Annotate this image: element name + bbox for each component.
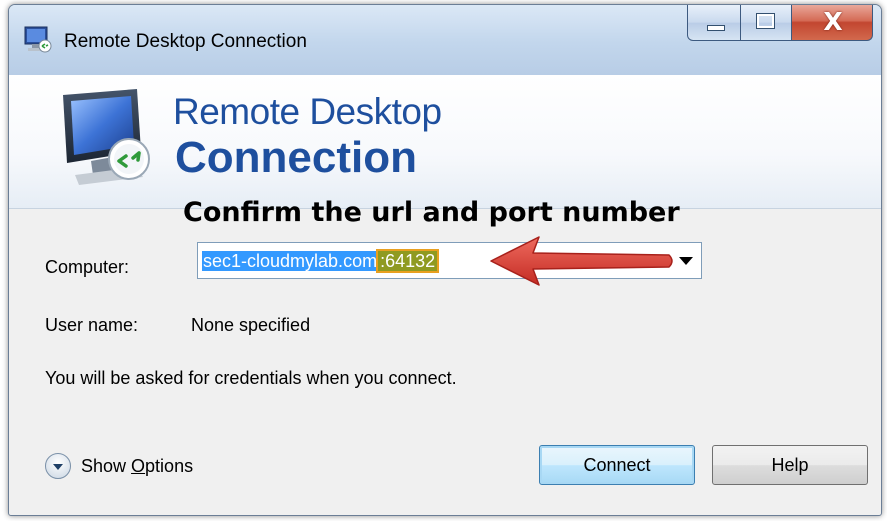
window-title: Remote Desktop Connection <box>64 31 307 52</box>
minimize-button[interactable] <box>687 5 741 41</box>
minimize-icon <box>707 25 725 31</box>
help-button[interactable]: Help <box>712 445 868 485</box>
computer-port-text: :64132 <box>376 249 440 273</box>
banner-title-line2: Connection <box>175 133 417 182</box>
computer-input-value[interactable]: sec1-cloudmylab.com:64132 <box>202 249 440 273</box>
show-options-toggle[interactable]: Show Options <box>45 453 193 479</box>
remote-desktop-app-icon <box>24 26 52 53</box>
remote-desktop-monitor-icon <box>63 89 150 185</box>
computer-host-text: sec1-cloudmylab.com <box>202 251 379 271</box>
username-label: User name: <box>45 315 139 335</box>
chevron-down-icon[interactable] <box>45 453 71 479</box>
maximize-icon <box>756 13 775 29</box>
title-bar[interactable]: Remote Desktop Connection X <box>9 5 881 75</box>
annotation-caption: Confirm the url and port number <box>183 197 680 228</box>
connect-button[interactable]: Connect <box>539 445 695 485</box>
maximize-button[interactable] <box>740 5 792 41</box>
computer-label: Computer: <box>45 257 130 277</box>
username-value: None specified <box>191 315 311 335</box>
dropdown-arrow-icon[interactable] <box>679 257 693 265</box>
close-button[interactable]: X <box>791 5 873 41</box>
header-banner: Remote Desktop Connection <box>9 75 881 209</box>
credentials-note: You will be asked for credentials when y… <box>45 368 457 388</box>
banner-title-line1: Remote Desktop <box>173 91 442 132</box>
red-arrow-annotation-icon <box>490 236 673 286</box>
close-icon: X <box>823 7 843 36</box>
show-options-label: Show Options <box>81 455 194 476</box>
remote-desktop-window: Remote Desktop Connection X Remote Deskt… <box>8 4 882 516</box>
